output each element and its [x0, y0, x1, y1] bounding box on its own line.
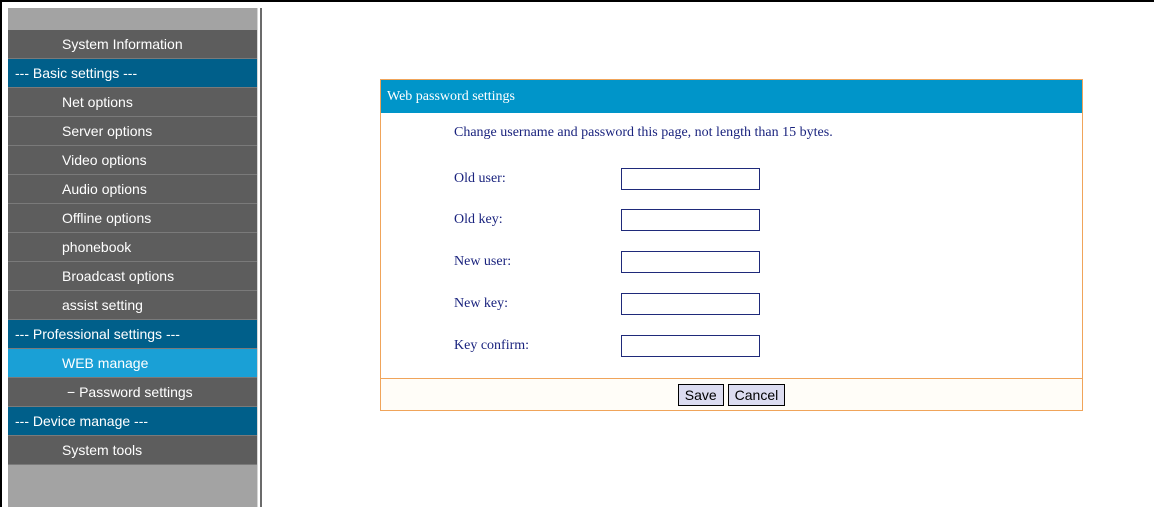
- panel-intro-text: Change username and password this page, …: [454, 125, 833, 140]
- cancel-button[interactable]: Cancel: [727, 384, 786, 406]
- sidebar-item-password-settings[interactable]: − Password settings: [8, 378, 257, 407]
- sidebar-item-audio-options[interactable]: Audio options: [8, 175, 257, 204]
- sidebar: System Information --- Basic settings --…: [8, 8, 257, 507]
- frame-top-border: [0, 0, 1154, 2]
- panel-title: Web password settings: [381, 80, 1082, 113]
- sidebar-item-assist-setting[interactable]: assist setting: [8, 291, 257, 320]
- old-key-input[interactable]: [621, 209, 760, 231]
- sidebar-section-device-manage[interactable]: --- Device manage ---: [8, 407, 257, 436]
- frame-left-border: [0, 0, 2, 507]
- sidebar-section-professional-settings[interactable]: --- Professional settings ---: [8, 320, 257, 349]
- frame-splitter[interactable]: [257, 8, 264, 507]
- sidebar-item-server-options[interactable]: Server options: [8, 117, 257, 146]
- key-confirm-label: Key confirm:: [454, 338, 530, 353]
- sidebar-item-phonebook[interactable]: phonebook: [8, 233, 257, 262]
- new-key-input[interactable]: [621, 293, 760, 315]
- sidebar-item-web-manage[interactable]: WEB manage: [8, 349, 257, 378]
- sidebar-item-system-information[interactable]: System Information: [8, 30, 257, 59]
- new-key-label: New key:: [454, 296, 509, 311]
- sidebar-item-offline-options[interactable]: Offline options: [8, 204, 257, 233]
- new-user-input[interactable]: [621, 251, 760, 273]
- old-user-label: Old user:: [454, 171, 506, 186]
- web-password-panel: Web password settings Change username an…: [380, 79, 1083, 411]
- panel-footer: Save Cancel: [381, 379, 1082, 411]
- sidebar-item-video-options[interactable]: Video options: [8, 146, 257, 175]
- sidebar-item-net-options[interactable]: Net options: [8, 88, 257, 117]
- panel-body: Change username and password this page, …: [381, 113, 1082, 379]
- save-button[interactable]: Save: [677, 384, 724, 406]
- key-confirm-input[interactable]: [621, 335, 760, 357]
- new-user-label: New user:: [454, 254, 512, 269]
- sidebar-item-broadcast-options[interactable]: Broadcast options: [8, 262, 257, 291]
- sidebar-section-basic-settings[interactable]: --- Basic settings ---: [8, 59, 257, 88]
- sidebar-item-system-tools[interactable]: System tools: [8, 436, 257, 465]
- old-key-label: Old key:: [454, 212, 503, 227]
- sidebar-menu: System Information --- Basic settings --…: [8, 30, 257, 465]
- old-user-input[interactable]: [621, 168, 760, 190]
